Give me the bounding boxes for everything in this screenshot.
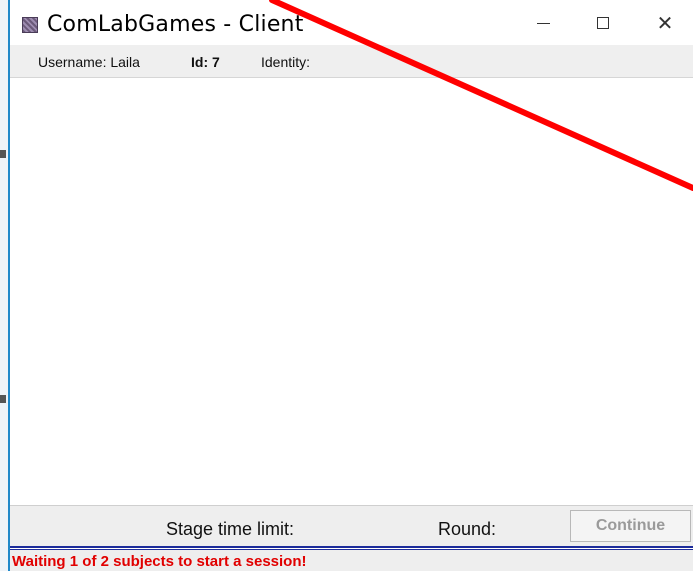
- window-title: ComLabGames - Client: [47, 12, 304, 37]
- app-icon: [22, 17, 38, 33]
- username-label: Username: Laila: [38, 54, 140, 70]
- maximize-button[interactable]: [580, 6, 626, 40]
- game-content-area: [10, 78, 693, 505]
- background-window-edge: [0, 395, 6, 403]
- id-label: Id: 7: [191, 54, 220, 70]
- bottom-control-bar: Stage time limit: Round: Continue: [10, 505, 693, 547]
- client-window: ComLabGames - Client ✕ Username: Laila I…: [8, 0, 693, 571]
- round-label: Round:: [438, 519, 497, 539]
- stage-time-limit-label: Stage time limit:: [166, 519, 295, 539]
- close-button[interactable]: ✕: [642, 6, 688, 40]
- background-window-edge: [0, 150, 6, 158]
- continue-button[interactable]: Continue: [570, 510, 691, 542]
- status-message: Waiting 1 of 2 subjects to start a sessi…: [12, 553, 307, 570]
- maximize-icon: [597, 17, 609, 29]
- minimize-icon: [536, 22, 550, 24]
- status-bar: Waiting 1 of 2 subjects to start a sessi…: [10, 550, 693, 571]
- user-info-bar: Username: Laila Id: 7 Identity:: [10, 45, 693, 78]
- minimize-button[interactable]: [520, 6, 566, 40]
- identity-label: Identity:: [261, 54, 311, 70]
- close-icon: ✕: [656, 11, 674, 35]
- title-bar[interactable]: ComLabGames - Client ✕: [10, 0, 693, 45]
